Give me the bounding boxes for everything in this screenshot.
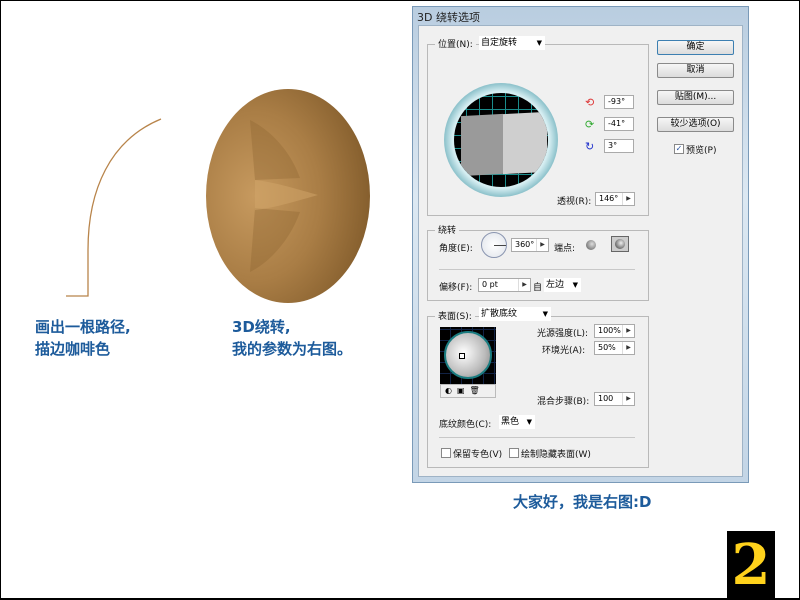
bottom-caption: 大家好，我是右图:D [513,493,652,511]
cap-on-icon [615,239,625,249]
perspective-label: 透视(R): [557,197,592,207]
triangle-right-icon[interactable]: ▶ [536,239,548,251]
chevron-down-icon: ▼ [526,418,532,426]
triangle-right-icon[interactable]: ▶ [518,279,530,291]
move-light-back-icon[interactable]: ◐ [445,386,457,395]
divider [439,269,635,270]
x-axis-rotate-icon: ⟲ [585,96,595,109]
3d-revolve-dialog: 3D 绕转选项 位置(N): 自定旋转 ▼ ⟲ ⟳ ↻ -93° -41° 3° … [412,6,749,483]
cancel-button[interactable]: 取消 [657,63,734,78]
shading-color-value: 黑色 [501,417,520,427]
shading-color-label: 底纹颜色(C): [439,420,492,430]
y-rotation-input[interactable]: -41° [604,117,634,131]
perspective-value: 146° [599,194,619,203]
dialog-title: 3D 绕转选项 [417,11,480,24]
divider [439,437,635,438]
preview-checkbox[interactable]: ✓ [674,144,684,154]
ambient-value: 50% [598,343,616,352]
revolve-label: 绕转 [435,223,460,236]
z-rotation-input[interactable]: 3° [604,139,634,153]
shading-color-select[interactable]: 黑色 ▼ [499,415,535,429]
position-value: 自定旋转 [481,38,518,48]
triangle-right-icon[interactable]: ▶ [622,342,634,354]
ambient-input[interactable]: 50% ▶ [594,341,635,355]
offset-input[interactable]: 0 pt ▶ [478,278,531,292]
y-axis-rotate-icon: ⟳ [585,118,595,131]
from-value: 左边 [546,280,565,290]
angle-input[interactable]: 360° ▶ [511,238,549,252]
step1-caption: 画出一根路径, 描边咖啡色 [35,316,131,360]
caption-line: 描边咖啡色 [35,340,111,358]
triangle-right-icon[interactable]: ▶ [622,393,634,405]
ambient-label: 环境光(A): [542,346,586,356]
angle-value: 360° [515,240,535,249]
caption-line: 我的参数为右图。 [232,340,353,358]
page-number-badge: 2 [727,531,775,599]
from-label: 自 [533,283,543,293]
offset-value: 0 pt [482,280,498,289]
surface-select[interactable]: 扩散底纹 ▼ [479,307,551,321]
chevron-down-icon: ▼ [542,310,548,318]
step2-caption: 3D绕转, 我的参数为右图。 [232,316,352,360]
light-intensity-value: 100% [598,326,621,335]
surface-value: 扩散底纹 [481,309,518,319]
coffee-path [66,118,162,297]
x-rotation-input[interactable]: -93° [604,95,634,109]
chevron-down-icon: ▼ [572,281,578,289]
blend-steps-value: 100 [598,394,614,403]
surface-label: 表面(S): [435,309,475,322]
light-toolbar: ◐▣🗑 [440,384,496,398]
blend-steps-input[interactable]: 100 ▶ [594,392,635,406]
caption-line: 画出一根路径, [35,318,131,336]
blend-steps-label: 混合步骤(B): [537,397,590,407]
draw-hidden-checkbox[interactable] [509,448,519,458]
from-select[interactable]: 左边 ▼ [544,278,581,292]
perspective-input[interactable]: 146° ▶ [595,192,635,206]
chevron-down-icon: ▼ [536,39,542,47]
trash-icon[interactable]: 🗑 [470,386,485,395]
offset-label: 偏移(F): [439,283,473,293]
new-light-icon[interactable]: ▣ [457,386,470,395]
caption-line: 3D绕转, [232,318,291,336]
triangle-right-icon[interactable]: ▶ [622,325,634,337]
triangle-right-icon[interactable]: ▶ [622,193,634,205]
position-select[interactable]: 自定旋转 ▼ [479,36,545,50]
light-handle[interactable] [459,353,465,359]
light-sphere-preview[interactable] [440,327,496,384]
map-art-button[interactable]: 贴图(M)... [657,90,734,105]
preview-label: 预览(P) [686,146,717,156]
draw-hidden-label: 绘制隐藏表面(W) [521,450,591,460]
illustration [66,89,370,303]
cap-on-button[interactable] [611,236,629,252]
position-label: 位置(N): [435,37,476,50]
preserve-spot-label: 保留专色(V) [453,450,503,460]
fewer-options-button[interactable]: 较少选项(O) [657,117,734,132]
preserve-spot-checkbox[interactable] [441,448,451,458]
z-axis-rotate-icon: ↻ [585,140,595,153]
angle-dial[interactable] [481,232,507,258]
cap-label: 端点: [554,244,576,254]
ok-button[interactable]: 确定 [657,40,734,55]
angle-label: 角度(E): [439,244,473,254]
rotation-track-cube[interactable] [444,83,558,197]
light-intensity-input[interactable]: 100% ▶ [594,324,635,338]
cap-off-icon[interactable] [586,240,596,250]
light-intensity-label: 光源强度(L): [537,329,589,339]
